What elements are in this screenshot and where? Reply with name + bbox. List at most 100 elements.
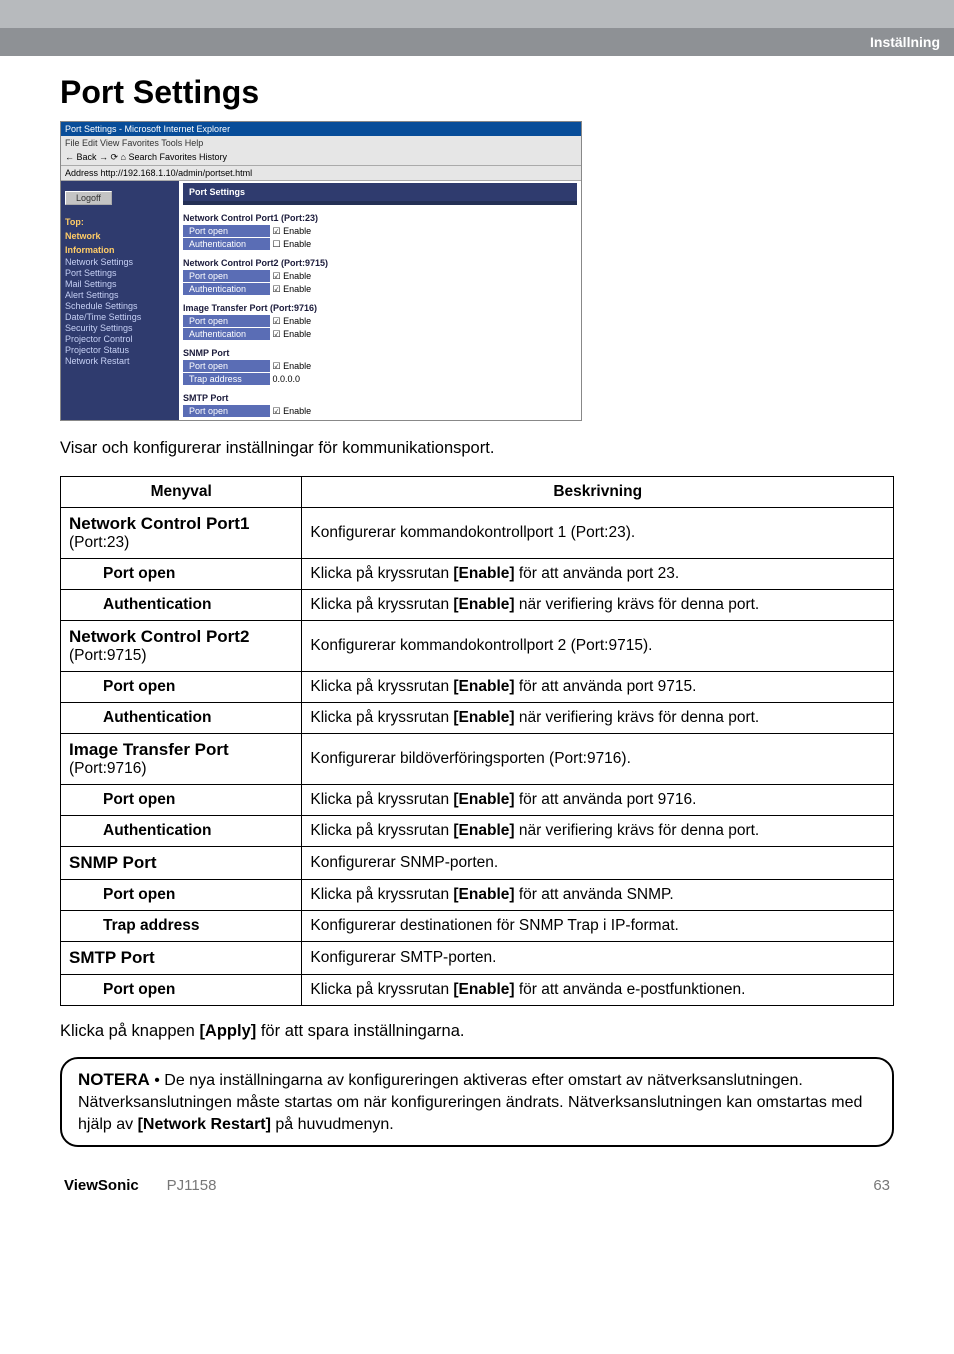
section-cell: SNMP Port — [61, 847, 302, 880]
port-row: Port open ☑ Enable — [183, 405, 577, 417]
port-row-label: Authentication — [183, 238, 270, 250]
table-row: AuthenticationKlicka på kryssrutan [Enab… — [61, 816, 894, 847]
nav-link[interactable]: Mail Settings — [65, 279, 175, 289]
table-row: Port open Klicka på kryssrutan [Enable] f… — [61, 672, 894, 703]
nav-link[interactable]: Network Settings — [65, 257, 175, 267]
table-row: Network Control Port1(Port:23)Konfigurer… — [61, 508, 894, 559]
section-label-line1: Image Transfer Port — [69, 740, 293, 760]
port-row-value[interactable]: ☐ Enable — [270, 239, 311, 249]
port-row: Trap address 0.0.0.0 — [183, 373, 577, 385]
desc-pre: Klicka på kryssrutan — [310, 596, 453, 613]
port-group-heading: Network Control Port2 (Port:9715) — [183, 258, 577, 268]
conclusion-post: för att spara inställningarna. — [256, 1022, 464, 1040]
section-cell: Network Control Port1(Port:23) — [61, 508, 302, 559]
nav-heading-top: Top: — [65, 217, 175, 227]
desc-post: för att använda port 23. — [515, 565, 680, 582]
note-body-post: på huvudmenyn. — [271, 1116, 394, 1133]
port-row-label: Port open — [183, 225, 270, 237]
port-row-label: Authentication — [183, 283, 270, 295]
desc-cell: Klicka på kryssrutan [Enable] för att an… — [302, 880, 894, 911]
indent-cell — [61, 672, 96, 703]
desc-pre: Klicka på kryssrutan — [310, 886, 453, 903]
port-row-value[interactable]: ☑ Enable — [270, 284, 311, 294]
desc-post: för att använda port 9716. — [515, 791, 697, 808]
port-row-value[interactable]: ☑ Enable — [270, 361, 311, 371]
desc-bold: [Enable] — [453, 981, 514, 998]
nav-link[interactable]: Schedule Settings — [65, 301, 175, 311]
desc-pre: Klicka på kryssrutan — [310, 678, 453, 695]
footer-pagenum: 63 — [873, 1177, 890, 1194]
desc-bold: [Enable] — [453, 678, 514, 695]
section-label: Inställning — [870, 34, 940, 50]
desc-cell: Klicka på kryssrutan [Enable] för att an… — [302, 785, 894, 816]
port-row-value[interactable]: ☑ Enable — [270, 316, 311, 326]
conclusion-pre: Klicka på knappen — [60, 1022, 199, 1040]
table-row: Network Control Port2(Port:9715)Konfigur… — [61, 621, 894, 672]
desc-post: när verifiering krävs för denna port. — [515, 709, 760, 726]
section-label-line1: Network Control Port2 — [69, 627, 293, 647]
desc-cell: Konfigurerar kommandokontrollport 2 (Por… — [302, 621, 894, 672]
indent-cell — [61, 880, 96, 911]
sub-label: Authentication — [103, 822, 212, 839]
footer-model: PJ1158 — [167, 1177, 217, 1194]
sub-label-cell: Authentication — [95, 590, 302, 621]
table-row: Port openKlicka på kryssrutan [Enable] f… — [61, 785, 894, 816]
desc-pre: Konfigurerar destinationen för SNMP Trap… — [310, 917, 678, 934]
desc-cell: Konfigurerar bildöverföringsporten (Port… — [302, 734, 894, 785]
port-row-value[interactable]: ☑ Enable — [270, 226, 311, 236]
port-row: Authentication ☑ Enable — [183, 283, 577, 295]
port-row-value[interactable]: ☑ Enable — [270, 329, 311, 339]
sub-label-cell: Port open — [95, 975, 302, 1006]
ie-toolbar: ← Back → ⟳ ⌂ Search Favorites History — [61, 150, 581, 166]
nav-link[interactable]: Date/Time Settings — [65, 312, 175, 322]
desc-bold: [Enable] — [453, 596, 514, 613]
desc-bold: [Enable] — [453, 565, 514, 582]
desc-bold: [Enable] — [453, 791, 514, 808]
desc-post: för att använda port 9715. — [515, 678, 697, 695]
desc-bold: [Enable] — [453, 822, 514, 839]
page-title: Port Settings — [60, 74, 894, 111]
desc-cell: Klicka på kryssrutan [Enable] när verifi… — [302, 703, 894, 734]
desc-post: när verifiering krävs för denna port. — [515, 822, 760, 839]
port-group-heading: Network Control Port1 (Port:23) — [183, 213, 577, 223]
nav-link[interactable]: Network Restart — [65, 356, 175, 366]
port-row-label: Port open — [183, 360, 270, 372]
desc-bold: [Enable] — [453, 886, 514, 903]
table-row: Port openKlicka på kryssrutan [Enable] f… — [61, 880, 894, 911]
desc-cell: Konfigurerar kommandokontrollport 1 (Por… — [302, 508, 894, 559]
port-row-value[interactable]: ☑ Enable — [270, 271, 311, 281]
note-body-bold: [Network Restart] — [138, 1116, 271, 1133]
port-group-heading: SNMP Port — [183, 348, 577, 358]
section-label-line1: SNMP Port — [69, 853, 293, 873]
desc-cell: Klicka på kryssrutan [Enable] när verifi… — [302, 590, 894, 621]
projector-nav: Logoff Top: Network Information Network … — [61, 181, 179, 420]
footer-brand: ViewSonic — [64, 1177, 139, 1194]
logoff-button[interactable]: Logoff — [65, 191, 112, 205]
page-content: Port Settings Port Settings - Microsoft … — [0, 74, 954, 1224]
port-row: Port open ☑ Enable — [183, 315, 577, 327]
port-group-heading: SMTP Port — [183, 393, 577, 403]
nav-link[interactable]: Projector Control — [65, 334, 175, 344]
section-label-line2: (Port:23) — [69, 534, 293, 552]
note-box: NOTERA • De nya inställningarna av konfi… — [60, 1057, 894, 1147]
nav-link[interactable]: Security Settings — [65, 323, 175, 333]
sub-label-cell: Port open — [95, 785, 302, 816]
page-footer: ViewSonic PJ1158 63 — [60, 1177, 894, 1194]
table-row: SMTP PortKonfigurerar SMTP-porten. — [61, 942, 894, 975]
sub-label: Port open — [103, 981, 175, 998]
table-row: Trap addressKonfigurerar destinationen f… — [61, 911, 894, 942]
section-label-line1: Network Control Port1 — [69, 514, 293, 534]
port-row: Authentication ☑ Enable — [183, 328, 577, 340]
desc-post: för att använda SNMP. — [515, 886, 674, 903]
sub-label: Port open — [103, 678, 175, 695]
section-label-line2: (Port:9716) — [69, 760, 293, 778]
top-band — [0, 0, 954, 28]
port-row-value[interactable]: 0.0.0.0 — [270, 374, 300, 384]
port-row-value[interactable]: ☑ Enable — [270, 406, 311, 416]
indent-cell — [61, 703, 96, 734]
nav-link[interactable]: Projector Status — [65, 345, 175, 355]
port-row-label: Authentication — [183, 328, 270, 340]
nav-link[interactable]: Port Settings — [65, 268, 175, 278]
nav-link[interactable]: Alert Settings — [65, 290, 175, 300]
desc-pre: Klicka på kryssrutan — [310, 565, 453, 582]
